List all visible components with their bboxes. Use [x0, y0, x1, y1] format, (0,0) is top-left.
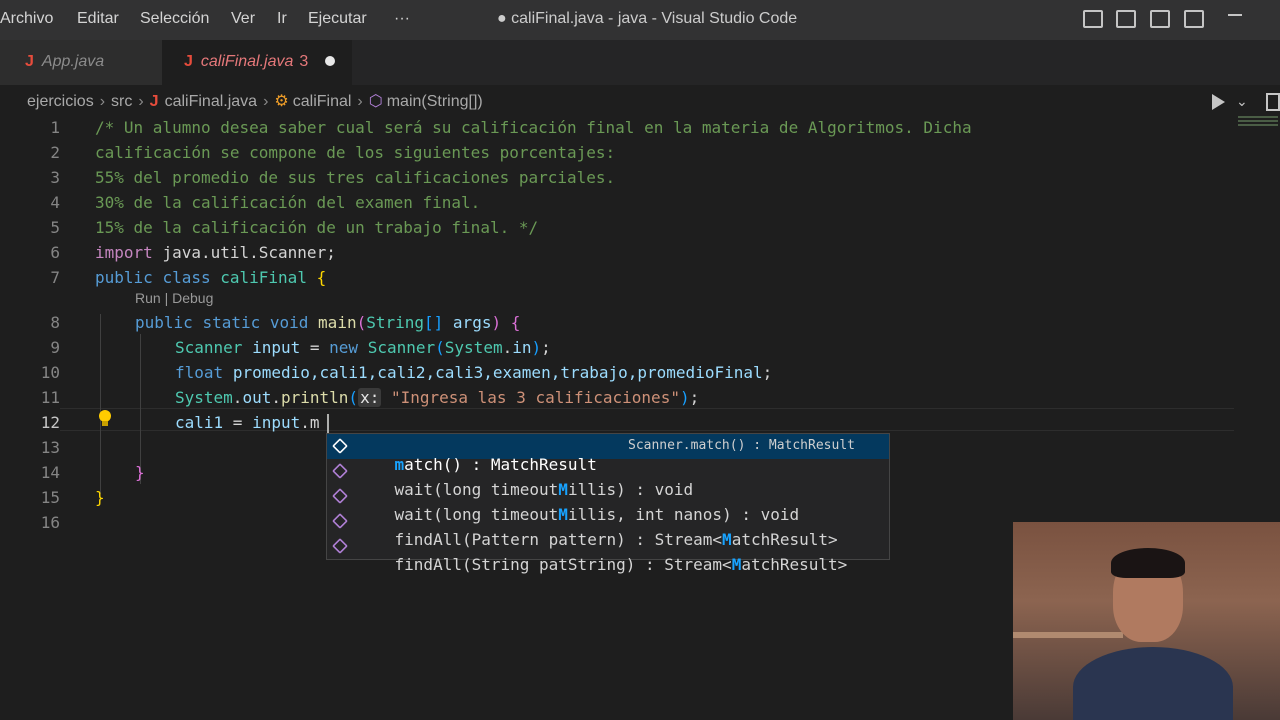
method-icon [332, 488, 348, 504]
window-title: ● caliFinal.java - java - Visual Studio … [497, 10, 798, 27]
indent-guide [100, 314, 101, 494]
line-number: 9 [50, 338, 60, 357]
line-number: 12 [40, 413, 60, 432]
chevron-right-icon: › [357, 93, 363, 110]
tab-label: caliFinal.java [200, 53, 294, 70]
suggestion-widget: match() : MatchResult Scanner.match() : … [326, 433, 890, 574]
breadcrumb-method[interactable]: main(String[]) [387, 93, 483, 110]
indent-guide [140, 334, 141, 484]
breadcrumb-file[interactable]: caliFinal.java [165, 93, 257, 110]
method-icon [332, 438, 348, 454]
title-bar: Archivo Editar Selección Ver Ir Ejecutar… [0, 0, 1280, 40]
line-number: 3 [50, 168, 60, 187]
java-file-icon: J [184, 53, 193, 70]
run-icon[interactable] [1212, 94, 1225, 110]
code-line-comment: 15% de la calificación de un trabajo fin… [95, 218, 539, 237]
java-file-icon: J [149, 93, 159, 110]
customize-layout-icon[interactable] [1184, 10, 1204, 28]
code-line-comment: /* Un alumno desea saber cual será su ca… [95, 118, 972, 137]
split-editor-icon[interactable] [1266, 93, 1280, 111]
menu-editar[interactable]: Editar [77, 10, 119, 28]
menu-ejecutar[interactable]: Ejecutar [308, 10, 367, 28]
breadcrumb: ejercicios › src › JcaliFinal.java › ⚙ caliFina… [27, 91, 483, 111]
line-number: 1 [50, 118, 60, 137]
code-line-current: cali1 = input.m [175, 413, 320, 432]
method-icon [332, 513, 348, 529]
suggestion-item-findall-pattern[interactable]: findAll(Pattern pattern) : Stream<MatchR… [327, 509, 889, 549]
webcam-person [1073, 548, 1233, 720]
toggle-secondary-sidebar-icon[interactable] [1150, 10, 1170, 28]
code-line-scanner: Scanner input = new Scanner(System.in); [175, 338, 551, 357]
line-number: 16 [40, 513, 60, 532]
line-number: 7 [50, 268, 60, 287]
java-file-icon: J [25, 53, 34, 70]
line-number: 4 [50, 193, 60, 212]
line-number: 11 [40, 388, 60, 407]
suggestion-item-findall-string[interactable]: findAll(String patString) : Stream<Match… [327, 534, 889, 574]
code-line-comment: 55% del promedio de sus tres calificacio… [95, 168, 616, 187]
line-number: 10 [40, 363, 60, 382]
tab-bar: J App.java JcaliFinal.java 3 ⌄ [0, 40, 1280, 111]
method-icon: ⬡ [368, 93, 383, 110]
line-number: 2 [50, 143, 60, 162]
minimize-icon[interactable] [1228, 14, 1242, 16]
lightbulb-icon[interactable] [98, 410, 112, 428]
unsaved-dot-icon[interactable] [325, 56, 335, 66]
code-line-comment: calificación se compone de los siguiente… [95, 143, 616, 162]
suggestion-item-wait-nanos[interactable]: wait(long timeoutMillis, int nanos) : vo… [327, 484, 889, 524]
code-line-main: public static void main(String[] args) { [135, 313, 521, 332]
tab-label: App.java [41, 53, 105, 70]
breadcrumb-folder[interactable]: ejercicios [27, 93, 94, 110]
webcam-overlay [1013, 522, 1280, 720]
class-icon: ⚙ [274, 93, 289, 110]
line-number: 6 [50, 243, 60, 262]
run-debug-codelens[interactable]: Run | Debug [135, 290, 213, 306]
menu-archivo[interactable]: Archivo [0, 10, 53, 28]
code-line-comment: 30% de la calificación del examen final. [95, 193, 481, 212]
code-line-close-class: } [95, 488, 105, 507]
suggestion-item-wait[interactable]: wait(long timeoutMillis) : void [327, 459, 889, 499]
line-number: 13 [40, 438, 60, 457]
code-line-import: import java.util.Scanner; [95, 243, 336, 262]
menu-ir[interactable]: Ir [277, 10, 287, 28]
breadcrumb-class[interactable]: caliFinal [293, 93, 352, 110]
line-number: 14 [40, 463, 60, 482]
chevron-down-icon[interactable]: ⌄ [1236, 93, 1248, 110]
code-line-close-method: } [135, 463, 145, 482]
menu-ver[interactable]: Ver [231, 10, 255, 28]
chevron-right-icon: › [263, 93, 269, 110]
minimap[interactable] [1238, 116, 1278, 132]
method-icon [332, 463, 348, 479]
code-line-class: public class caliFinal { [95, 268, 327, 287]
chevron-right-icon: › [138, 93, 144, 110]
toggle-sidebar-icon[interactable] [1083, 10, 1103, 28]
parameter-hint: x: [358, 388, 382, 407]
line-number: 15 [40, 488, 60, 507]
suggestion-item-match[interactable]: match() : MatchResult Scanner.match() : … [327, 434, 889, 474]
problem-count: 3 [299, 53, 309, 70]
text-cursor [327, 414, 329, 434]
menu-seleccion[interactable]: Selección [140, 10, 209, 28]
code-line-float: float promedio,cali1,cali2,cali3,examen,… [175, 363, 773, 382]
method-icon [332, 538, 348, 554]
breadcrumb-folder[interactable]: src [111, 93, 132, 110]
chevron-right-icon: › [99, 93, 106, 110]
toggle-panel-icon[interactable] [1116, 10, 1136, 28]
tab-app-java[interactable]: J App.java [0, 40, 162, 85]
code-line-println: System.out.println(x: "Ingresa las 3 cal… [175, 388, 700, 407]
suggestion-detail: Scanner.match() : MatchResult [628, 438, 855, 453]
menu-more[interactable]: ··· [394, 10, 410, 28]
line-number: 5 [50, 218, 60, 237]
line-number: 8 [50, 313, 60, 332]
tab-califinal-java[interactable]: JcaliFinal.java 3 [162, 40, 352, 85]
